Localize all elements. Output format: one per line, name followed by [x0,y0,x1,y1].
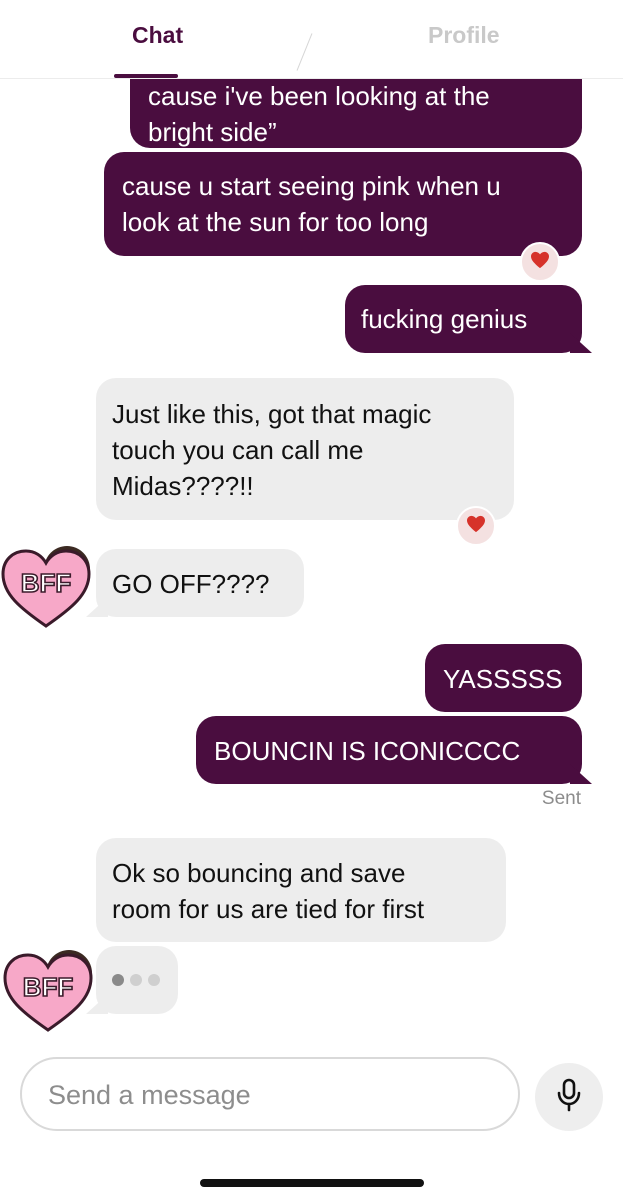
heart-icon [466,515,486,538]
sender-avatar[interactable]: BFF [0,546,92,630]
message-list[interactable]: cause i've been looking at the bright si… [0,0,623,1040]
svg-text:BFF: BFF [23,972,74,1002]
tab-chat[interactable]: Chat [132,22,183,49]
typing-dot [148,974,160,986]
message-outgoing[interactable]: fucking genius [345,285,582,353]
heart-icon [530,251,550,274]
message-incoming[interactable]: Just like this, got that magic touch you… [96,378,514,520]
typing-dot [130,974,142,986]
sender-avatar[interactable]: BFF [2,950,94,1034]
chat-screen: Chat Profile cause i've been looking at … [0,0,623,1200]
message-outgoing[interactable]: YASSSSS [425,644,582,712]
svg-text:BFF: BFF [21,568,72,598]
microphone-icon [556,1078,582,1117]
message-input[interactable] [46,1059,490,1131]
reaction-badge[interactable] [520,242,560,282]
bff-heart-icon: BFF [3,953,93,1032]
home-indicator[interactable] [200,1179,424,1187]
typing-indicator [96,946,178,1014]
message-incoming[interactable]: Ok so bouncing and save room for us are … [96,838,506,942]
tab-divider [296,33,313,71]
typing-dot [112,974,124,986]
tab-profile[interactable]: Profile [428,22,500,49]
reaction-badge[interactable] [456,506,496,546]
tab-bar: Chat Profile [0,0,623,79]
bff-heart-icon: BFF [1,549,91,628]
message-outgoing[interactable]: cause u start seeing pink when u look at… [104,152,582,256]
message-composer [20,1057,520,1131]
active-tab-indicator [114,74,178,78]
message-incoming[interactable]: GO OFF???? [96,549,304,617]
message-outgoing[interactable]: BOUNCIN IS ICONICCCC [196,716,582,784]
message-status: Sent [541,788,581,809]
voice-message-button[interactable] [535,1063,603,1131]
